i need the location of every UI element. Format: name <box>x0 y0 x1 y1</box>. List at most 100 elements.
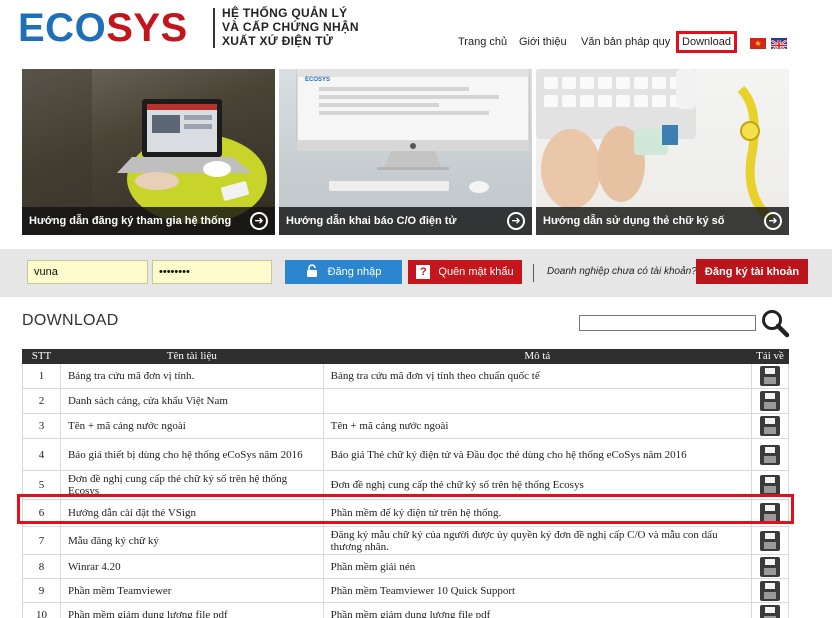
table-row: 4 Báo giá thiết bị dùng cho hệ thống eCo… <box>22 438 789 471</box>
save-icon[interactable] <box>760 475 780 495</box>
row-download-cell <box>751 499 789 527</box>
row-download-cell <box>751 388 789 414</box>
row-description: Báo giá Thẻ chữ ký điện tử và Đầu đọc th… <box>322 438 753 471</box>
uk-flag-icon[interactable] <box>771 38 787 49</box>
vietnam-flag-icon[interactable]: ★ <box>750 38 766 49</box>
row-download-cell <box>751 578 789 603</box>
row-download-cell <box>751 470 789 500</box>
table-row: 5 Đơn đề nghị cung cấp thẻ chữ ký số trê… <box>22 470 789 500</box>
save-icon[interactable] <box>760 391 780 411</box>
table-row: 8 Winrar 4.20 Phần mềm giải nén <box>22 554 789 579</box>
row-name: Phần mềm giảm dung lượng file pdf <box>59 602 324 618</box>
row-description: Tên + mã cảng nước ngoài <box>322 413 753 439</box>
arrow-right-circle-icon[interactable]: ➜ <box>764 212 782 230</box>
row-name: Tên + mã cảng nước ngoài <box>59 413 324 439</box>
banner-co-declaration-guide[interactable]: ECOSYS Hướng dẫn khai báo C/O điện tử ➜ <box>279 69 532 235</box>
row-description: Đăng ký mẫu chữ ký của người được ủy quy… <box>322 526 753 555</box>
row-name: Winrar 4.20 <box>59 554 324 579</box>
nav-about[interactable]: Giới thiệu <box>519 36 567 48</box>
page-title: DOWNLOAD <box>22 312 119 329</box>
row-name: Mẫu đăng ký chữ ký <box>59 526 324 555</box>
search-icon[interactable] <box>760 308 790 338</box>
save-icon[interactable] <box>760 366 780 386</box>
column-header-description: Mô tả <box>322 349 753 364</box>
download-table: STT Tên tài liệu Mô tả Tải về 1 Bảng tra… <box>22 349 789 618</box>
row-stt: 8 <box>22 554 61 579</box>
forgot-password-label: Quên mật khẩu <box>438 266 514 278</box>
logo-tagline: HỆ THỐNG QUẢN LÝ VÀ CẤP CHỨNG NHẬN XUẤT … <box>222 6 359 48</box>
row-stt: 10 <box>22 602 61 618</box>
row-stt: 4 <box>22 438 61 471</box>
login-bar-separator <box>533 264 534 282</box>
row-download-cell <box>751 602 789 618</box>
banner-caption: Hướng dẫn đăng ký tham gia hệ thống <box>22 207 275 235</box>
no-account-text: Doanh nghiệp chưa có tài khoản? <box>547 266 697 277</box>
header: ECO SYS HỆ THỐNG QUẢN LÝ VÀ CẤP CHỨNG NHẬ… <box>0 0 832 66</box>
table-row-selected: 6 Hướng dẫn cài đặt thẻ VSign Phần mềm đ… <box>22 499 789 527</box>
save-icon[interactable] <box>760 444 780 465</box>
nav-download[interactable]: Download <box>676 31 737 53</box>
nav-legal-documents[interactable]: Văn bản pháp quy <box>581 36 670 48</box>
save-icon[interactable] <box>760 503 780 523</box>
row-description: Bảng tra cứu mã đơn vị tính theo chuẩn q… <box>322 363 753 389</box>
save-icon[interactable] <box>760 556 780 577</box>
row-description <box>322 388 753 414</box>
row-description: Phần mềm Teamviewer 10 Quick Support <box>322 578 753 603</box>
row-stt: 6 <box>22 499 61 527</box>
row-stt: 7 <box>22 526 61 555</box>
banner-digital-signature-guide[interactable]: Hướng dẫn sử dụng thẻ chữ ký số ➜ <box>536 69 789 235</box>
question-icon: ? <box>416 265 431 279</box>
row-download-cell <box>751 413 789 439</box>
row-name: Phần mềm Teamviewer <box>59 578 324 603</box>
logo-eco-text: ECO <box>18 5 107 50</box>
row-name: Báo giá thiết bị dùng cho hệ thống eCoSy… <box>59 438 324 471</box>
row-description: Phần mềm giảm dung lượng file pdf <box>322 602 753 618</box>
tagline-line-3: XUẤT XỨ ĐIỆN TỬ <box>222 34 334 48</box>
row-download-cell <box>751 554 789 579</box>
table-row: 9 Phần mềm Teamviewer Phần mềm Teamviewe… <box>22 578 789 603</box>
table-row: 3 Tên + mã cảng nước ngoài Tên + mã cảng… <box>22 413 789 439</box>
row-stt: 2 <box>22 388 61 414</box>
register-account-button[interactable]: Đăng ký tài khoản <box>696 259 808 284</box>
row-name: Đơn đề nghị cung cấp thẻ chữ ký số trên … <box>59 470 324 500</box>
nav-home[interactable]: Trang chủ <box>458 36 507 48</box>
tagline-line-1: HỆ THỐNG QUẢN LÝ <box>222 6 348 20</box>
banner-caption: Hướng dẫn khai báo C/O điện tử <box>279 207 532 235</box>
column-header-stt: STT <box>22 349 61 364</box>
table-row: 7 Mẫu đăng ký chữ ký Đăng ký mẫu chữ ký … <box>22 526 789 555</box>
save-icon[interactable] <box>760 416 780 436</box>
row-download-cell <box>751 363 789 389</box>
row-description: Phần mềm để ký điện tử trên hệ thống. <box>322 499 753 527</box>
column-header-name: Tên tài liệu <box>59 349 324 364</box>
tagline-line-2: VÀ CẤP CHỨNG NHẬN <box>222 20 359 34</box>
banner-caption: Hướng dẫn sử dụng thẻ chữ ký số <box>536 207 789 235</box>
arrow-right-circle-icon[interactable]: ➜ <box>507 212 525 230</box>
column-header-download: Tải về <box>751 349 789 364</box>
row-stt: 3 <box>22 413 61 439</box>
forgot-password-button[interactable]: ? Quên mật khẩu <box>408 260 522 284</box>
save-icon[interactable] <box>760 604 780 618</box>
table-row: 10 Phần mềm giảm dung lượng file pdf Phầ… <box>22 602 789 618</box>
ecosys-logo[interactable]: ECO SYS <box>18 6 188 50</box>
banner-registration-guide[interactable]: Hướng dẫn đăng ký tham gia hệ thống ➜ <box>22 69 275 235</box>
table-row: 2 Danh sách cảng, cửa khẩu Việt Nam <box>22 388 789 414</box>
arrow-right-circle-icon[interactable]: ➜ <box>250 212 268 230</box>
logo-sys-text: SYS <box>106 5 188 50</box>
lock-icon <box>306 263 318 281</box>
row-download-cell <box>751 438 789 471</box>
save-icon[interactable] <box>760 580 780 601</box>
row-description: Đơn đề nghị cung cấp thẻ chữ ký số trên … <box>322 470 753 500</box>
login-button[interactable]: Đăng nhập <box>285 260 402 284</box>
search-input[interactable] <box>579 315 756 331</box>
row-stt: 5 <box>22 470 61 500</box>
username-input[interactable] <box>27 260 148 284</box>
row-description: Phần mềm giải nén <box>322 554 753 579</box>
row-download-cell <box>751 526 789 555</box>
logo-divider <box>213 8 215 48</box>
table-header-row: STT Tên tài liệu Mô tả Tải về <box>22 349 789 364</box>
save-icon[interactable] <box>760 530 780 551</box>
row-stt: 9 <box>22 578 61 603</box>
row-name: Danh sách cảng, cửa khẩu Việt Nam <box>59 388 324 414</box>
row-name: Bảng tra cứu mã đơn vị tính. <box>59 363 324 389</box>
password-input[interactable] <box>152 260 272 284</box>
